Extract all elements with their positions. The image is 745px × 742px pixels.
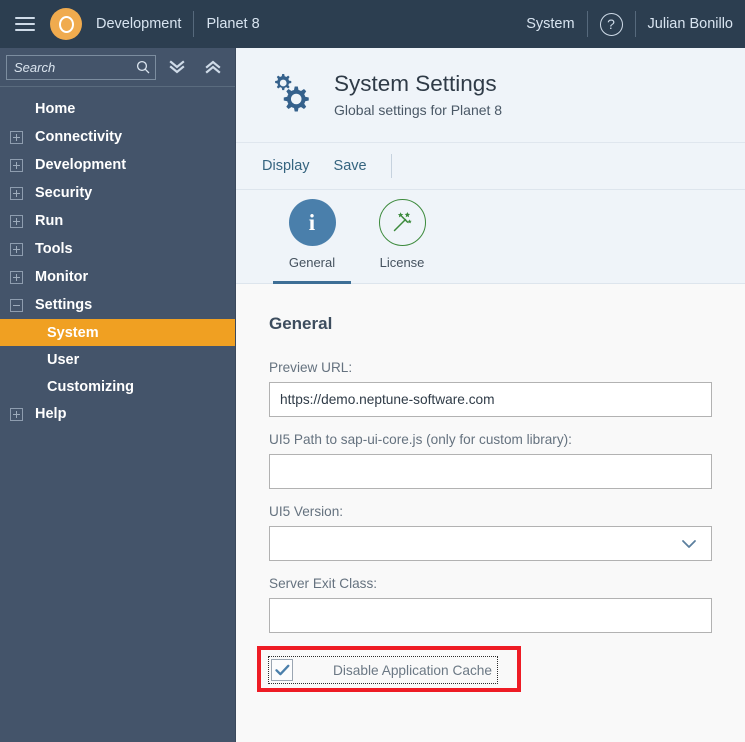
tab-label: General: [288, 255, 336, 270]
sidebar-item-label: Run: [35, 213, 64, 229]
sidebar-item-label: Tools: [35, 241, 73, 257]
ui5-path-input-wrapper[interactable]: [269, 454, 712, 489]
system-menu-button[interactable]: System: [526, 16, 574, 32]
main-content: System Settings Global settings for Plan…: [236, 48, 745, 742]
disable-app-cache-checkbox[interactable]: [271, 659, 293, 681]
server-exit-class-input-wrapper[interactable]: [269, 598, 712, 633]
disable-app-cache-group: Disable Application Cache: [257, 646, 521, 692]
application-window: Development Planet 8 System ? Julian Bon…: [0, 0, 745, 742]
field-server-exit-class: Server Exit Class:: [269, 576, 712, 633]
disable-app-cache-row[interactable]: Disable Application Cache: [267, 656, 499, 684]
topbar-divider-3: [634, 11, 636, 37]
sidebar-subitem-label: Customizing: [47, 378, 134, 395]
sidebar-item-label: Settings: [35, 297, 93, 313]
ui5-version-select-wrapper[interactable]: [269, 526, 712, 561]
collapse-all-icon[interactable]: [162, 52, 192, 82]
help-icon[interactable]: ?: [599, 12, 623, 36]
sidebar-item-home[interactable]: Home: [0, 95, 235, 123]
search-box[interactable]: [6, 54, 156, 80]
field-label: Server Exit Class:: [269, 576, 378, 591]
icon-tab-bar: i General License: [236, 190, 745, 284]
ui5-version-select[interactable]: [280, 527, 701, 560]
sidebar-item-customizing[interactable]: Customizing: [0, 373, 235, 400]
sidebar-item-label: Connectivity: [35, 129, 123, 145]
expand-plus-icon[interactable]: [10, 130, 23, 144]
action-toolbar: Display Save: [236, 143, 745, 190]
logo-ring: [58, 15, 74, 33]
field-label: Preview URL:: [269, 360, 353, 375]
sidebar-item-label: Security: [35, 185, 93, 201]
sidebar-item-label: Home: [35, 101, 76, 117]
display-button[interactable]: Display: [250, 158, 322, 174]
topbar-divider-2: [586, 11, 588, 37]
page-header: System Settings Global settings for Plan…: [236, 48, 745, 143]
sidebar-subitem-label: System: [47, 324, 99, 341]
info-glyph: i: [308, 210, 316, 235]
tab-label: License: [379, 255, 425, 270]
sidebar-item-label: Monitor: [35, 269, 89, 285]
field-preview-url: Preview URL:: [269, 360, 712, 417]
tab-license[interactable]: License: [362, 199, 442, 284]
expand-plus-icon[interactable]: [10, 270, 23, 284]
neptune-logo-icon[interactable]: [50, 8, 82, 40]
tab-general[interactable]: i General: [272, 199, 352, 284]
sidebar-item-label: Help: [35, 406, 67, 422]
gears-icon: [268, 69, 316, 122]
topbar-divider-1: [193, 11, 195, 37]
page-subtitle: Global settings for Planet 8: [334, 101, 503, 118]
brand-name: Development: [96, 16, 182, 32]
sidebar-item-connectivity[interactable]: Connectivity: [0, 123, 235, 151]
expand-plus-icon[interactable]: [10, 158, 23, 172]
sidebar-item-security[interactable]: Security: [0, 179, 235, 207]
top-navigation-bar: Development Planet 8 System ? Julian Bon…: [0, 0, 745, 48]
sidebar-item-development[interactable]: Development: [0, 151, 235, 179]
sidebar-item-label: Development: [35, 157, 127, 173]
project-name: Planet 8: [206, 16, 260, 32]
field-ui5-path: UI5 Path to sap-ui-core.js (only for cus…: [269, 432, 712, 489]
toolbar-divider: [390, 154, 392, 178]
tab-active-indicator: [273, 281, 351, 284]
expand-all-icon[interactable]: [198, 52, 228, 82]
search-icon[interactable]: [136, 60, 150, 74]
field-ui5-version: UI5 Version:: [269, 504, 712, 561]
sidebar-item-system[interactable]: System: [0, 319, 235, 346]
sidebar-navigation: Home Connectivity Development Security R: [0, 87, 235, 742]
sidebar-subitem-label: User: [47, 351, 80, 368]
info-icon: i: [288, 199, 336, 246]
preview-url-input-wrapper[interactable]: [269, 382, 712, 417]
hamburger-menu-icon[interactable]: [5, 0, 45, 48]
sidebar-item-run[interactable]: Run: [0, 207, 235, 235]
search-input[interactable]: [7, 55, 155, 79]
sidebar-item-tools[interactable]: Tools: [0, 235, 235, 263]
magic-wand-icon: [378, 199, 426, 246]
page-title: System Settings: [334, 71, 497, 97]
sidebar-item-help[interactable]: Help: [0, 400, 235, 428]
sidebar-search-row: [0, 48, 235, 86]
server-exit-class-input[interactable]: [280, 599, 701, 632]
sidebar-item-user[interactable]: User: [0, 346, 235, 373]
expand-plus-icon[interactable]: [10, 186, 23, 200]
sidebar-item-monitor[interactable]: Monitor: [0, 263, 235, 291]
sidebar-item-settings[interactable]: Settings: [0, 291, 235, 319]
body-split: Home Connectivity Development Security R: [0, 48, 745, 742]
expand-plus-icon[interactable]: [10, 214, 23, 228]
save-button[interactable]: Save: [322, 158, 379, 174]
disable-app-cache-label[interactable]: Disable Application Cache: [333, 663, 492, 678]
sidebar: Home Connectivity Development Security R: [0, 48, 236, 742]
expand-plus-icon[interactable]: [10, 407, 23, 421]
leaf-spacer-icon: [10, 103, 23, 116]
ui5-path-input[interactable]: [280, 455, 701, 488]
page-title-block: System Settings Global settings for Plan…: [334, 73, 502, 117]
checkmark-icon: [274, 664, 289, 675]
field-label: UI5 Path to sap-ui-core.js (only for cus…: [269, 432, 572, 447]
preview-url-input[interactable]: [280, 383, 701, 416]
settings-form: General Preview URL: UI5 Path to sap-ui-…: [236, 284, 745, 742]
collapse-minus-icon[interactable]: [10, 298, 23, 312]
expand-plus-icon[interactable]: [10, 242, 23, 256]
form-section-title: General: [269, 314, 333, 333]
field-label: UI5 Version:: [269, 504, 344, 519]
user-name-button[interactable]: Julian Bonillo: [648, 16, 733, 32]
